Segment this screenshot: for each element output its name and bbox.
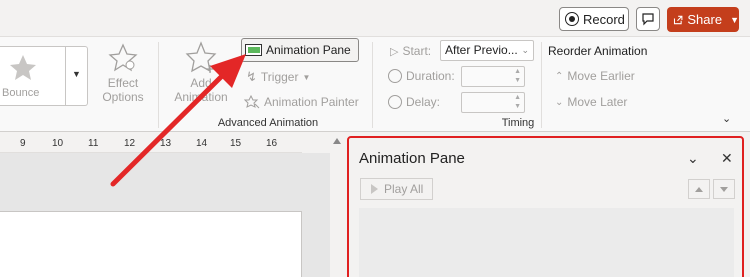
comment-icon	[642, 13, 654, 26]
timing-group-label: Timing	[501, 117, 535, 129]
animation-pane: Animation Pane ⌄ ✕ Play All	[347, 136, 744, 277]
start-value: After Previo...	[445, 43, 518, 57]
play-start-icon: ▷	[390, 45, 399, 58]
record-label: Record	[583, 11, 625, 27]
advanced-animation-group-label: Advanced Animation	[217, 117, 319, 129]
chevron-down-icon[interactable]: ▼	[730, 15, 739, 25]
delay-label-text: Delay:	[406, 95, 441, 109]
slide-canvas[interactable]	[0, 211, 302, 277]
title-bar: Record Share ▼	[0, 0, 750, 36]
record-icon	[565, 12, 579, 26]
move-later-button[interactable]: ⌄ Move Later	[555, 95, 627, 109]
add-animation-star-icon	[185, 41, 217, 73]
arrow-down-icon	[720, 186, 728, 192]
ribbon-separator	[372, 42, 373, 128]
chevron-down-icon: ⌄	[555, 96, 564, 108]
move-later-label: Move Later	[567, 95, 628, 109]
delay-spinner[interactable]: ▲ ▼	[461, 92, 525, 113]
animation-pane-button[interactable]: Animation Pane	[241, 38, 359, 62]
collapse-ribbon-icon[interactable]: ⌄	[722, 112, 731, 125]
trigger-label: Trigger	[260, 70, 299, 84]
play-icon	[371, 184, 378, 194]
ruler-tick: 11	[88, 138, 99, 149]
move-down-button[interactable]	[713, 179, 735, 199]
ruler-tick: 14	[196, 138, 208, 149]
ruler-tick: 16	[266, 138, 278, 149]
share-icon	[673, 15, 683, 24]
slide-editor-area	[0, 153, 330, 277]
record-button[interactable]: Record	[559, 7, 629, 31]
ruler-tick: 9	[20, 138, 26, 149]
lightning-icon: ↯	[246, 69, 257, 84]
duration-spinner[interactable]: ▲ ▼	[461, 66, 525, 87]
delay-clock-icon	[388, 95, 402, 109]
ruler-tick: 10	[52, 138, 64, 149]
gallery-item-bounce-label: Bounce	[2, 87, 40, 99]
spin-down-icon[interactable]: ▼	[514, 77, 521, 84]
effect-options-star-icon	[108, 43, 138, 72]
duration-label: Duration:	[388, 69, 455, 83]
bounce-star-icon	[10, 55, 36, 80]
ruler-tick: 13	[160, 138, 172, 149]
vertical-scrollbar[interactable]	[330, 135, 344, 277]
move-earlier-button[interactable]: ⌃ Move Earlier	[555, 69, 635, 83]
animation-pane-icon	[245, 44, 262, 56]
effect-options-label-2: Options	[102, 90, 144, 104]
spin-up-icon[interactable]: ▲	[514, 94, 521, 101]
move-earlier-label: Move Earlier	[567, 69, 635, 83]
ruler-tick: 15	[230, 138, 242, 149]
spin-down-icon[interactable]: ▼	[514, 103, 521, 110]
start-label-text: Start:	[402, 44, 432, 58]
add-animation-button[interactable]: Add Animation	[168, 41, 234, 104]
chevron-down-icon: ⌄	[521, 45, 529, 55]
duration-label-text: Duration:	[406, 69, 455, 83]
arrow-up-icon	[695, 186, 703, 192]
animation-painter-button[interactable]: Animation Painter	[244, 95, 359, 109]
move-up-button[interactable]	[688, 179, 710, 199]
clock-icon	[388, 69, 402, 83]
delay-label: Delay:	[388, 95, 440, 109]
gallery-more-button[interactable]: ▼	[65, 47, 87, 105]
add-animation-label-1: Add	[190, 76, 212, 90]
effect-options-button[interactable]: Effect Options	[94, 43, 152, 104]
chevron-down-icon: ▼	[302, 72, 311, 82]
play-all-label: Play All	[384, 182, 424, 196]
pane-options-chevron-icon[interactable]: ⌄	[687, 150, 699, 167]
reorder-animation-title: Reorder Animation	[548, 44, 648, 58]
animation-gallery[interactable]: Bounce ▼	[0, 46, 88, 106]
add-animation-label-2: Animation	[174, 90, 228, 104]
chevron-down-icon: ▼	[72, 69, 81, 79]
animation-list[interactable]	[359, 208, 734, 277]
animation-pane-label: Animation Pane	[266, 43, 351, 57]
share-label: Share	[687, 12, 723, 27]
chevron-up-icon: ⌃	[555, 70, 564, 82]
close-icon[interactable]: ✕	[721, 150, 733, 167]
ribbon-separator	[541, 42, 542, 128]
play-all-button[interactable]: Play All	[360, 178, 433, 200]
start-dropdown[interactable]: After Previo... ⌄	[440, 40, 534, 61]
effect-options-label-1: Effect	[107, 76, 139, 90]
horizontal-ruler: 9 10 11 12 13 14 15 16	[0, 135, 302, 153]
scroll-up-icon[interactable]	[333, 138, 341, 144]
start-label: ▷ Start:	[390, 44, 431, 58]
ribbon-separator	[158, 42, 159, 128]
animation-pane-title: Animation Pane	[359, 150, 465, 167]
comments-button[interactable]	[636, 7, 660, 31]
share-button[interactable]: Share ▼	[667, 7, 739, 32]
trigger-button[interactable]: ↯ Trigger ▼	[246, 69, 310, 85]
ruler-tick: 12	[124, 138, 136, 149]
spin-up-icon[interactable]: ▲	[514, 68, 521, 75]
animation-painter-label: Animation Painter	[264, 95, 359, 109]
animation-painter-icon	[244, 95, 260, 109]
